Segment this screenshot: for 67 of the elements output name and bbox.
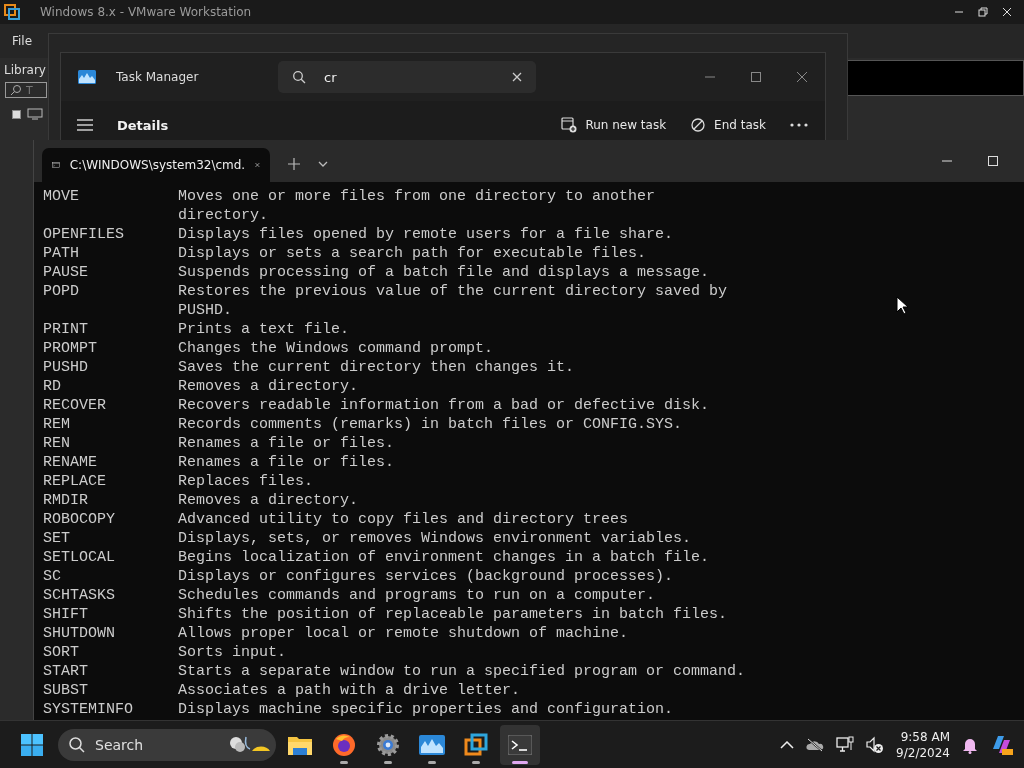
command-description: Moves one or more files from one directory to another: [178, 187, 656, 206]
command-description: Renames a file or files.: [178, 453, 395, 472]
command-description: Sorts input.: [178, 643, 287, 662]
command-name: PROMPT: [43, 339, 98, 358]
command-name: RENAME: [43, 453, 98, 472]
command-name: START: [43, 662, 89, 681]
command-name: OPENFILES: [43, 225, 125, 244]
command-name: SORT: [43, 643, 80, 662]
command-description: Saves the current directory then changes it.: [178, 358, 575, 377]
time-text: 9:58 AM: [900, 728, 950, 745]
command-description: Prints a text file.: [178, 320, 350, 339]
command-description: Starts a separate window to run a specified program or command.: [178, 662, 746, 681]
command-description: Displays machine specific properties and configuration.: [178, 700, 674, 719]
command-name: ROBOCOPY: [43, 510, 116, 529]
command-description: Shifts the position of replaceable parameters in batch files.: [178, 605, 728, 624]
command-description: Replaces files.: [178, 472, 314, 491]
command-name: PAUSE: [43, 263, 89, 282]
command-description: Displays or configures services (background processes).: [178, 567, 674, 586]
command-description: Displays, sets, or removes Windows environment variables.: [178, 529, 692, 548]
command-name: SETLOCAL: [43, 548, 116, 567]
taskbar-search-field[interactable]: Search: [58, 728, 276, 761]
process-search-field[interactable]: cr: [278, 61, 536, 93]
command-description: Records comments (remarks) in batch files or CONFIG.SYS.: [178, 415, 683, 434]
command-description: Begins localization of environment changes in a batch file.: [178, 548, 710, 567]
menu-item[interactable]: File: [12, 34, 33, 48]
command-description: PUSHD.: [178, 301, 233, 320]
command-name: SYSTEMINFO: [43, 700, 134, 719]
command-description: Suspends processing of a batch file and displays a message.: [178, 263, 710, 282]
command-name: SHIFT: [43, 605, 89, 624]
command-name: PRINT: [43, 320, 89, 339]
end-task-button[interactable]: End task: [682, 111, 774, 139]
command-name: SUBST: [43, 681, 89, 700]
command-name: SC: [43, 567, 62, 586]
command-description: Renames a file or files.: [178, 434, 395, 453]
library-title: Library: [3, 62, 47, 79]
command-name: REPLACE: [43, 472, 107, 491]
command-description: Associates a path with a drive letter.: [178, 681, 521, 700]
command-name: RMDIR: [43, 491, 89, 510]
terminal-tab[interactable]: C:\WINDOWS\system32\cmd.: [42, 148, 270, 182]
window-title: Windows 8.x - VMware Workstation: [40, 5, 252, 19]
command-description: Schedules commands and programs to run on a computer.: [178, 586, 656, 605]
command-name: SET: [43, 529, 71, 548]
command-name: RECOVER: [43, 396, 107, 415]
command-name: RD: [43, 377, 62, 396]
command-description: Changes the Windows command prompt.: [178, 339, 494, 358]
command-name: PATH: [43, 244, 80, 263]
command-description: Displays or sets a search path for executable files.: [178, 244, 647, 263]
command-description: Removes a directory.: [178, 377, 359, 396]
command-name: SHUTDOWN: [43, 624, 116, 643]
run-task-button[interactable]: Run new task: [553, 111, 675, 139]
window-title: Task Manager: [116, 70, 200, 84]
command-description: directory.: [178, 206, 269, 225]
command-description: Displays files opened by remote users for a file share.: [178, 225, 674, 244]
command-description: Allows proper local or remote shutdown of machine.: [178, 624, 629, 643]
command-description: Recovers readable information from a bad or defective disk.: [178, 396, 710, 415]
command-description: Removes a directory.: [178, 491, 359, 510]
command-name: POPD: [43, 282, 80, 302]
command-name: MOVE: [43, 187, 80, 207]
command-name: PUSHD: [43, 358, 89, 377]
clock[interactable]: 9:58 AM 9/2/2024: [896, 728, 950, 761]
command-description: Advanced utility to copy files and directory trees: [178, 510, 629, 529]
page-title: Details: [117, 117, 169, 133]
command-name: REN: [43, 434, 71, 453]
command-name: SCHTASKS: [43, 586, 116, 605]
command-description: Restores the previous value of the current directory saved by: [178, 282, 728, 301]
command-name: REM: [43, 415, 71, 434]
date-text: 9/2/2024: [896, 744, 950, 761]
